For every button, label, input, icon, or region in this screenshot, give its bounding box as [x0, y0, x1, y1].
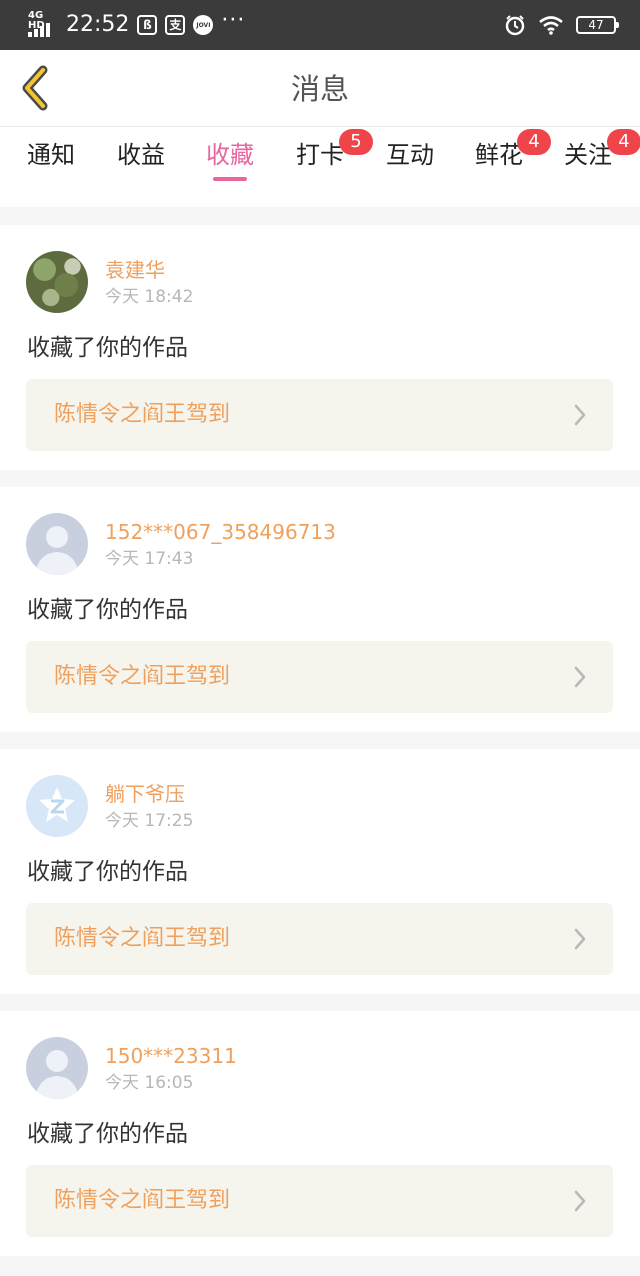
- tab-label: 互动: [386, 141, 434, 169]
- status-bar: 4G HD 22:52 ß 支 JOVI ··· 47: [0, 0, 640, 50]
- timestamp: 今天 17:43: [105, 549, 194, 569]
- tab-favorites[interactable]: 收藏: [193, 137, 267, 197]
- battery-level: 47: [588, 18, 604, 32]
- tab-notifications[interactable]: 通知: [14, 137, 88, 197]
- timestamp: 今天 17:25: [105, 811, 194, 831]
- unread-badge: 5: [339, 129, 373, 155]
- default-user-icon[interactable]: [26, 1037, 88, 1099]
- more-notifications-icon: ···: [221, 8, 246, 33]
- active-tab-indicator: [213, 177, 247, 181]
- timestamp: 今天 18:42: [105, 287, 194, 307]
- work-title: 陈情令之阎王驾到: [54, 1188, 231, 1213]
- chevron-right-icon: [574, 928, 586, 950]
- tab-interaction[interactable]: 互动: [373, 137, 447, 197]
- qq-logo-icon[interactable]: [26, 775, 88, 837]
- tab-label: 收藏: [206, 141, 254, 169]
- unread-badge: 4: [517, 129, 551, 155]
- unread-badge: 4: [607, 129, 640, 155]
- action-text: 收藏了你的作品: [27, 335, 188, 361]
- work-title: 陈情令之阎王驾到: [54, 664, 231, 689]
- notification-card: 150***23311 今天 16:05 收藏了你的作品 陈情令之阎王驾到: [0, 1011, 640, 1256]
- work-link[interactable]: 陈情令之阎王驾到: [26, 379, 613, 451]
- notification-card: 152***067_358496713 今天 17:43 收藏了你的作品 陈情令…: [0, 487, 640, 732]
- battery-icon: 47: [576, 16, 619, 34]
- page-title: 消息: [290, 72, 349, 106]
- tab-label: 收益: [117, 141, 165, 169]
- chevron-right-icon: [574, 1190, 586, 1212]
- action-text: 收藏了你的作品: [27, 859, 188, 885]
- notification-app-icon: ß: [137, 15, 158, 35]
- tab-following[interactable]: 关注 4: [551, 129, 640, 197]
- wifi-icon: [539, 16, 563, 35]
- action-text: 收藏了你的作品: [27, 1121, 188, 1147]
- tab-checkin[interactable]: 打卡 5: [283, 129, 373, 197]
- chevron-right-icon: [574, 666, 586, 688]
- notification-card: 躺下爷压 今天 17:25 收藏了你的作品 陈情令之阎王驾到: [0, 749, 640, 994]
- default-user-icon[interactable]: [26, 513, 88, 575]
- tab-earnings[interactable]: 收益: [104, 137, 178, 197]
- work-link[interactable]: 陈情令之阎王驾到: [26, 903, 613, 975]
- work-title: 陈情令之阎王驾到: [54, 402, 231, 427]
- jovi-icon: JOVI: [193, 15, 214, 35]
- user-name[interactable]: 躺下爷压: [105, 781, 185, 807]
- status-time: 22:52: [66, 12, 130, 37]
- work-link[interactable]: 陈情令之阎王驾到: [26, 1165, 613, 1237]
- user-name[interactable]: 袁建华: [105, 257, 165, 283]
- tab-label: 通知: [27, 141, 75, 169]
- work-title: 陈情令之阎王驾到: [54, 926, 231, 951]
- alarm-icon: [505, 15, 525, 36]
- signal-icon: 4G HD: [28, 11, 58, 39]
- timestamp: 今天 16:05: [105, 1073, 194, 1093]
- user-name[interactable]: 150***23311: [105, 1043, 237, 1069]
- alipay-icon: 支: [165, 15, 186, 35]
- action-text: 收藏了你的作品: [27, 597, 188, 623]
- avatar[interactable]: [26, 251, 88, 313]
- header: 消息: [0, 50, 640, 127]
- notification-card: 袁建华 今天 18:42 收藏了你的作品 陈情令之阎王驾到: [0, 225, 640, 470]
- user-name[interactable]: 152***067_358496713: [105, 519, 336, 545]
- tab-bar: 通知 收益 收藏 打卡 5 互动 鲜花 4 关注 4: [0, 127, 640, 207]
- chevron-right-icon: [574, 404, 586, 426]
- tab-flowers[interactable]: 鲜花 4: [462, 129, 551, 197]
- work-link[interactable]: 陈情令之阎王驾到: [26, 641, 613, 713]
